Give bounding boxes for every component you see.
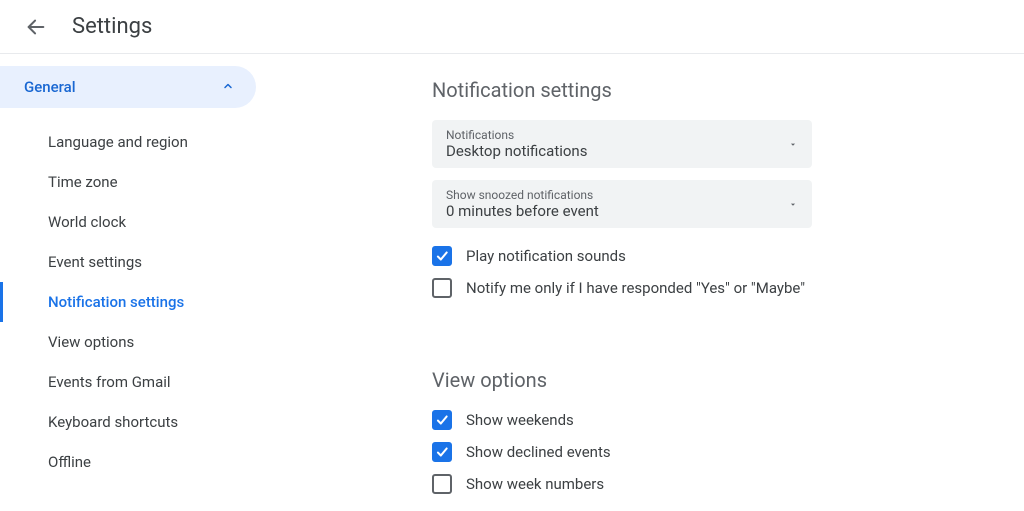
show-weekends-checkbox[interactable] (432, 410, 452, 430)
caret-down-icon (788, 135, 798, 154)
chevron-up-icon (222, 78, 234, 96)
sidebar-item-notification-settings[interactable]: Notification settings (0, 282, 270, 322)
notify-only-responded-row: Notify me only if I have responded "Yes"… (432, 278, 1024, 298)
sidebar-item-events-from-gmail[interactable]: Events from Gmail (0, 362, 270, 402)
caret-down-icon (788, 195, 798, 214)
back-arrow-icon[interactable] (24, 15, 48, 39)
show-week-numbers-row: Show week numbers (432, 474, 1024, 494)
main-content: Notification settings Notifications Desk… (270, 54, 1024, 506)
show-week-numbers-checkbox[interactable] (432, 474, 452, 494)
dropdown-label: Show snoozed notifications (446, 188, 798, 202)
sidebar-item-offline[interactable]: Offline (0, 442, 270, 482)
show-declined-checkbox[interactable] (432, 442, 452, 462)
sidebar-group-label: General (24, 78, 76, 96)
section-title-notification-settings: Notification settings (432, 78, 1024, 102)
show-declined-label: Show declined events (466, 443, 611, 461)
sidebar-item-keyboard-shortcuts[interactable]: Keyboard shortcuts (0, 402, 270, 442)
header: Settings (0, 0, 1024, 54)
show-weekends-label: Show weekends (466, 411, 574, 429)
notify-only-responded-label: Notify me only if I have responded "Yes"… (466, 279, 805, 297)
play-sounds-checkbox[interactable] (432, 246, 452, 266)
show-declined-row: Show declined events (432, 442, 1024, 462)
sidebar-item-view-options[interactable]: View options (0, 322, 270, 362)
dropdown-label: Notifications (446, 128, 798, 142)
dropdown-value: Desktop notifications (446, 142, 798, 160)
sidebar-item-event-settings[interactable]: Event settings (0, 242, 270, 282)
sidebar-item-world-clock[interactable]: World clock (0, 202, 270, 242)
sidebar-item-language-region[interactable]: Language and region (0, 122, 270, 162)
sidebar-items: Language and region Time zone World cloc… (0, 108, 270, 482)
play-sounds-label: Play notification sounds (466, 247, 626, 265)
notifications-dropdown[interactable]: Notifications Desktop notifications (432, 120, 812, 168)
snoozed-notifications-dropdown[interactable]: Show snoozed notifications 0 minutes bef… (432, 180, 812, 228)
sidebar-item-time-zone[interactable]: Time zone (0, 162, 270, 202)
dropdown-value: 0 minutes before event (446, 202, 798, 220)
show-weekends-row: Show weekends (432, 410, 1024, 430)
notify-only-responded-checkbox[interactable] (432, 278, 452, 298)
section-title-view-options: View options (432, 368, 1024, 392)
show-week-numbers-label: Show week numbers (466, 475, 604, 493)
sidebar: General Language and region Time zone Wo… (0, 54, 270, 506)
sidebar-group-general[interactable]: General (0, 66, 256, 108)
play-sounds-row: Play notification sounds (432, 246, 1024, 266)
page-title: Settings (72, 14, 152, 39)
